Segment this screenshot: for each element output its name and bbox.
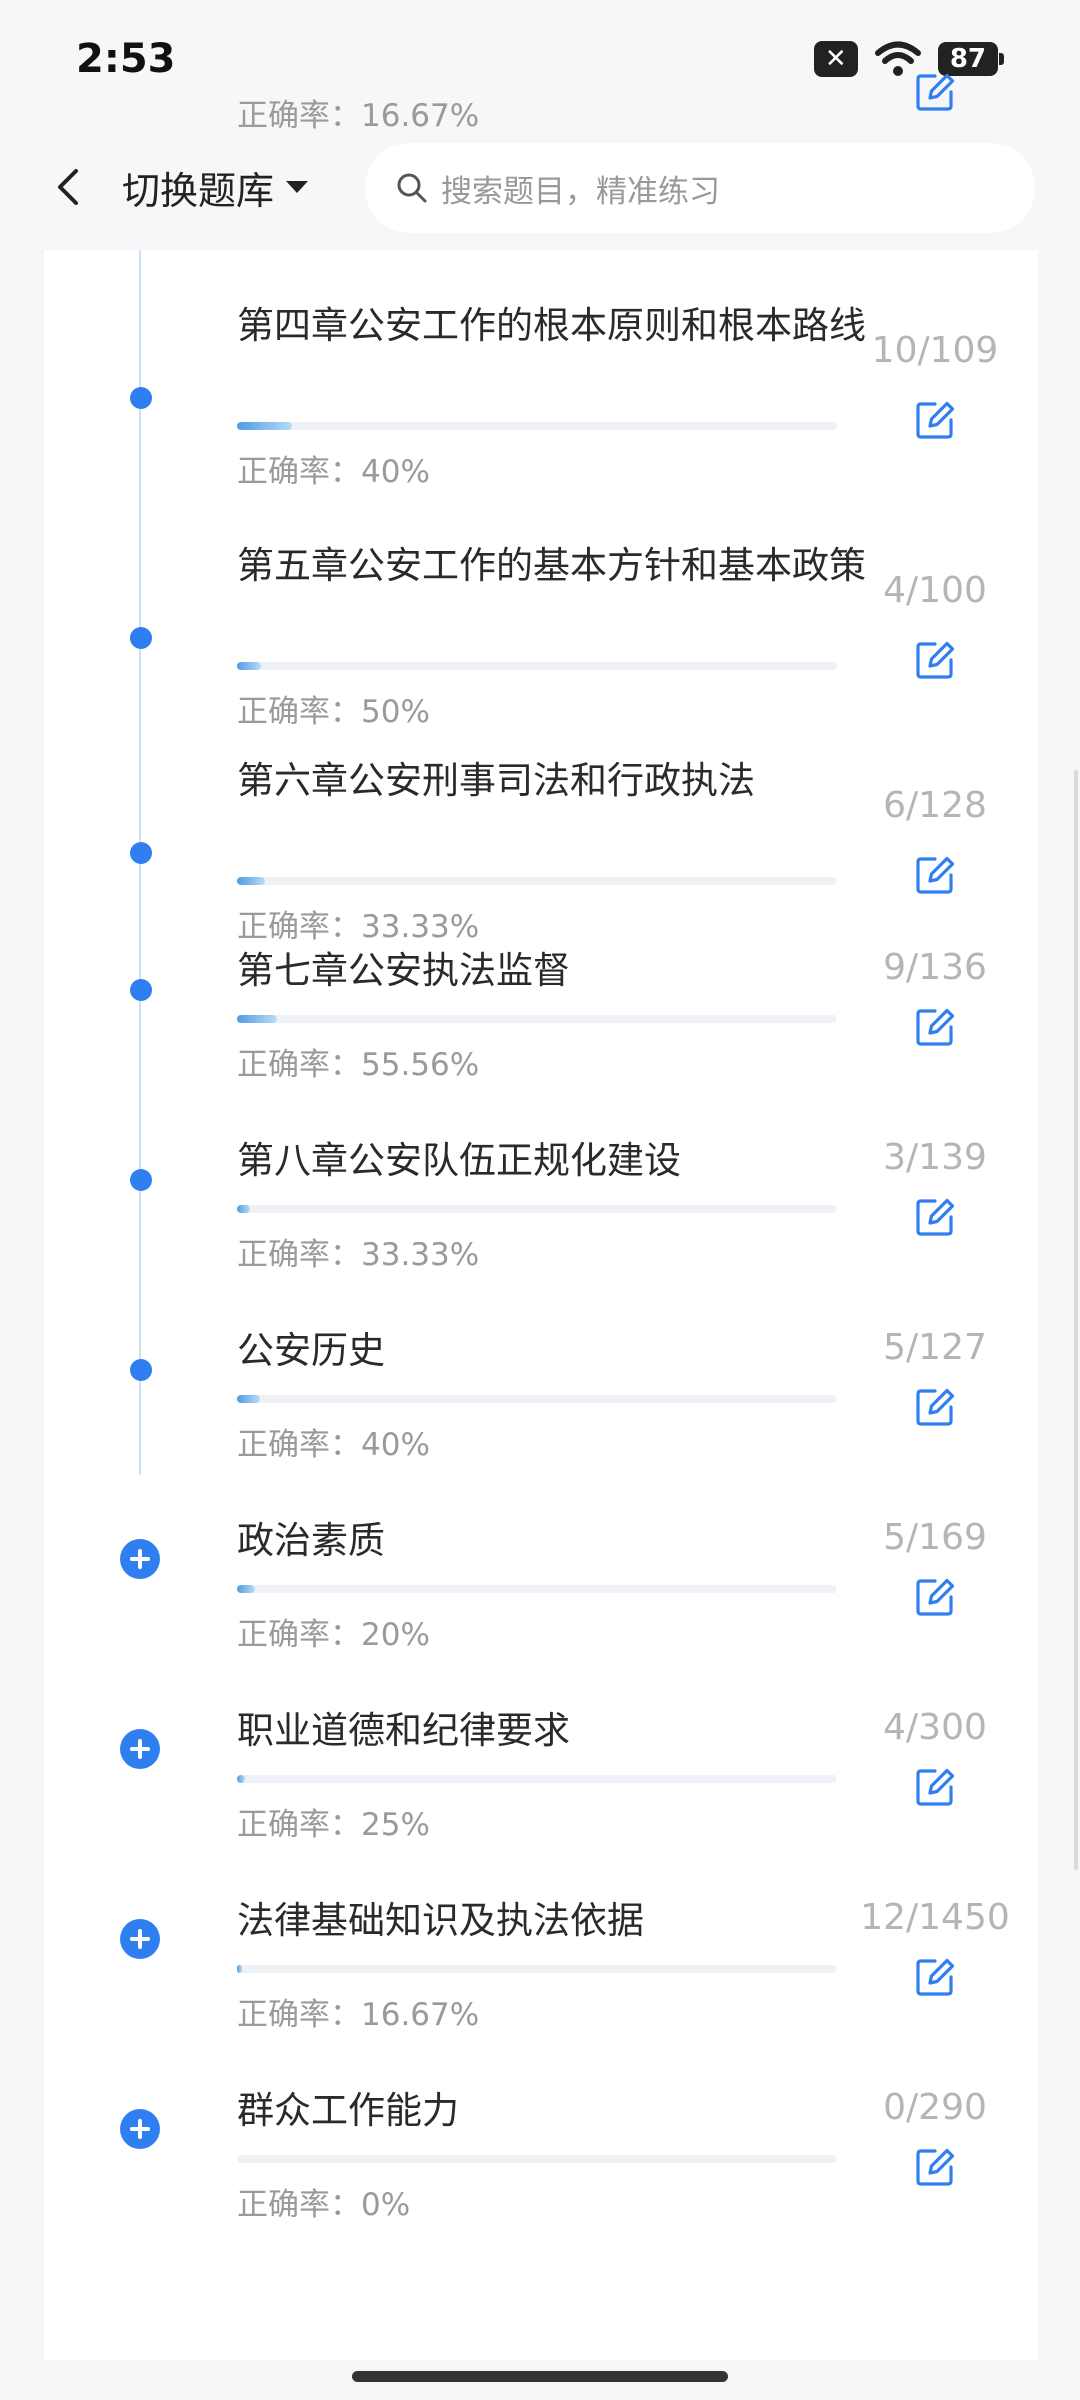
chapter-list: 正确率：16.67% 第四章公安工作的根本原则和根本路线正确率：40% 10/109… [44, 73, 1038, 2360]
accuracy-text: 正确率：33.33% [237, 1237, 480, 1273]
chapter-title: 法律基础知识及执法依据 [237, 1899, 644, 1942]
chapter-title: 第七章公安执法监督 [237, 949, 570, 992]
progress-bar [237, 1775, 837, 1783]
progress-bar [237, 1585, 837, 1593]
progress-fill [237, 662, 261, 670]
answered-count: 6/128 [883, 785, 987, 826]
practice-edit-icon[interactable] [913, 2145, 957, 2189]
status-time: 2:53 [76, 36, 176, 82]
progress-fill [237, 1775, 245, 1783]
status-icons: ✕ 87 [813, 40, 1004, 78]
scrollbar[interactable] [1074, 770, 1078, 1870]
chapter-row[interactable]: 法律基础知识及执法依据正确率：16.67% 12/1450 [44, 1895, 1038, 2085]
chapter-row[interactable]: 公安历史正确率：40% 5/127 [44, 1325, 1038, 1515]
practice-edit-icon[interactable] [913, 1955, 957, 1999]
progress-fill [237, 1965, 242, 1973]
progress-fill [237, 422, 293, 430]
practice-edit-icon[interactable] [913, 853, 957, 897]
progress-bar [237, 1205, 837, 1213]
chapter-title: 第四章公安工作的根本原则和根本路线 [237, 304, 866, 347]
accuracy-text: 正确率：40% [237, 454, 430, 490]
progress-bar [237, 662, 837, 670]
expand-plus-icon[interactable] [120, 1539, 160, 1579]
chapter-row[interactable]: 正确率：16.67% [44, 73, 1038, 280]
practice-edit-icon[interactable] [913, 638, 957, 682]
chapter-row[interactable]: 第八章公安队伍正规化建设正确率：33.33% 3/139 [44, 1135, 1038, 1325]
timeline-dot [130, 1359, 152, 1381]
chapter-row[interactable]: 职业道德和纪律要求正确率：25% 4/300 [44, 1705, 1038, 1895]
practice-edit-icon[interactable] [913, 1575, 957, 1619]
notification-blocked-icon: ✕ [813, 41, 858, 77]
expand-plus-icon[interactable] [120, 2109, 160, 2149]
accuracy-text: 正确率：0% [237, 2187, 411, 2223]
practice-edit-icon[interactable] [913, 1765, 957, 1809]
answered-count: 12/1450 [860, 1897, 1010, 1938]
practice-edit-icon[interactable] [913, 1385, 957, 1429]
answered-count: 5/127 [883, 1327, 987, 1368]
accuracy-text: 正确率：50% [237, 694, 430, 730]
answered-count: 4/300 [883, 1707, 987, 1748]
accuracy-text: 正确率：25% [237, 1807, 430, 1843]
chapter-row[interactable]: 第六章公安刑事司法和行政执法正确率：33.33% 6/128 [44, 755, 1038, 945]
answered-count: 5/169 [883, 1517, 987, 1558]
expand-plus-icon[interactable] [120, 1729, 160, 1769]
timeline-dot [130, 627, 152, 649]
expand-plus-icon[interactable] [120, 1919, 160, 1959]
answered-count: 3/139 [883, 1137, 987, 1178]
chapter-row[interactable]: 群众工作能力正确率：0% 0/290 [44, 2085, 1038, 2275]
timeline-dot [130, 842, 152, 864]
progress-bar [237, 877, 837, 885]
home-indicator[interactable] [352, 2371, 728, 2382]
practice-edit-icon[interactable] [913, 1195, 957, 1239]
answered-count: 0/290 [883, 2087, 987, 2128]
timeline-dot [130, 1169, 152, 1191]
accuracy-text: 正确率：33.33% [237, 909, 480, 945]
progress-bar [237, 1965, 837, 1973]
chapter-row[interactable]: 第五章公安工作的基本方针和基本政策正确率：50% 4/100 [44, 540, 1038, 730]
practice-edit-icon[interactable] [913, 398, 957, 442]
accuracy-text: 正确率：20% [237, 1617, 430, 1653]
progress-fill [237, 1205, 251, 1213]
timeline-dot [130, 387, 152, 409]
accuracy-text: 正确率：40% [237, 1427, 430, 1463]
chapter-title: 第六章公安刑事司法和行政执法 [237, 759, 755, 802]
answered-count: 4/100 [883, 570, 987, 611]
chapter-row[interactable]: 第四章公安工作的根本原则和根本路线正确率：40% 10/109 [44, 300, 1038, 490]
progress-fill [237, 1015, 277, 1023]
progress-fill [237, 877, 266, 885]
progress-bar [237, 2155, 837, 2163]
chapter-title: 群众工作能力 [237, 2089, 459, 2132]
accuracy-text: 正确率：16.67% [237, 98, 480, 134]
progress-fill [237, 1585, 255, 1593]
chapter-row[interactable]: 政治素质正确率：20% 5/169 [44, 1515, 1038, 1705]
practice-edit-icon[interactable] [913, 70, 957, 114]
progress-bar [237, 1015, 837, 1023]
chapter-title: 政治素质 [237, 1519, 385, 1562]
answered-count: 9/136 [883, 947, 987, 988]
progress-bar [237, 422, 837, 430]
progress-bar [237, 1395, 837, 1403]
accuracy-text: 正确率：55.56% [237, 1047, 480, 1083]
answered-count: 10/109 [871, 330, 999, 371]
chapter-title: 第五章公安工作的基本方针和基本政策 [237, 544, 866, 587]
practice-edit-icon[interactable] [913, 1005, 957, 1049]
chapter-row[interactable]: 第七章公安执法监督正确率：55.56% 9/136 [44, 945, 1038, 1135]
chapter-title: 职业道德和纪律要求 [237, 1709, 570, 1752]
progress-fill [237, 1395, 261, 1403]
chapter-title: 公安历史 [237, 1329, 385, 1372]
timeline-dot [130, 979, 152, 1001]
chapter-title: 第八章公安队伍正规化建设 [237, 1139, 681, 1182]
accuracy-text: 正确率：16.67% [237, 1997, 480, 2033]
